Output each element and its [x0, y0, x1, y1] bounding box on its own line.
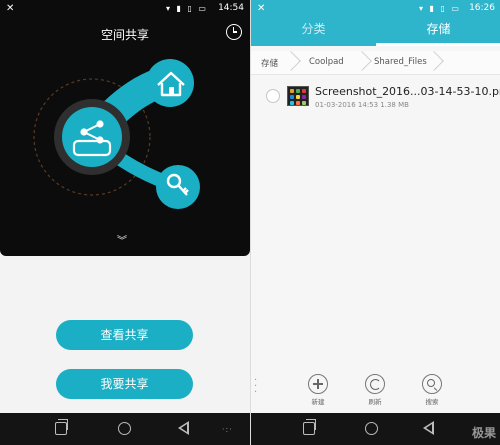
right-phone-screen: ✕ ▾ ▮ ▯ ▭ 16:26 分类 存储 存储 Coolpad Shared_…: [250, 0, 500, 445]
search-icon: [422, 374, 442, 394]
recent-apps-icon[interactable]: [303, 419, 316, 435]
recent-apps-icon[interactable]: [55, 419, 68, 435]
search-button[interactable]: 搜索: [417, 374, 447, 406]
nav-bar-left: ·:·: [0, 413, 250, 445]
watermark-logo: 极果: [471, 426, 496, 440]
system-close-icon: ✕: [257, 3, 266, 14]
breadcrumb-separator: [355, 51, 365, 75]
status-time: 14:54: [218, 3, 244, 13]
share-button[interactable]: 我要共享: [56, 369, 193, 399]
tab-storage[interactable]: 存储: [376, 20, 500, 37]
status-icons: ▾ ▮ ▯ ▭: [165, 4, 208, 13]
refresh-button[interactable]: 刷新: [360, 374, 390, 406]
key-node[interactable]: [156, 165, 200, 209]
list-item[interactable]: Screenshot_2016...03-14-53-10.png 01-03-…: [251, 80, 500, 116]
left-phone-screen: ✕ ▾ ▮ ▯ ▭ 14:54 空间共享 ︾ 查看共享 我要共享 ·:·: [0, 0, 250, 445]
status-bar-left: ✕ ▾ ▮ ▯ ▭ 14:54: [0, 0, 250, 18]
nav-bar-right: 极果: [251, 413, 500, 445]
breadcrumb-storage[interactable]: 存储: [261, 57, 278, 69]
file-thumbnail: [287, 86, 309, 106]
breadcrumb-separator: [284, 51, 294, 75]
file-checkbox[interactable]: [266, 89, 280, 103]
bottom-action-bar: 新建 刷新 搜索: [251, 370, 500, 413]
refresh-icon: [365, 374, 385, 394]
back-icon[interactable]: [423, 421, 434, 435]
history-clock-icon[interactable]: [226, 24, 242, 40]
page-title: 空间共享: [100, 28, 149, 42]
tab-indicator: [376, 43, 500, 46]
home-nav-icon[interactable]: [118, 422, 131, 435]
view-shares-button[interactable]: 查看共享: [56, 320, 193, 350]
home-node[interactable]: [146, 59, 194, 107]
new-button-label: 新建: [311, 398, 325, 406]
status-bar-right: ✕ ▾ ▮ ▯ ▭ 16:26: [251, 0, 500, 18]
new-button[interactable]: 新建: [303, 374, 333, 406]
breadcrumb-coolpad[interactable]: Coolpad: [309, 57, 344, 67]
status-time: 16:26: [469, 3, 495, 13]
expand-chevron-icon[interactable]: ︾: [117, 232, 127, 247]
back-icon[interactable]: [178, 421, 189, 435]
nav-menu-dots-icon[interactable]: ·:·: [222, 425, 233, 434]
home-nav-icon[interactable]: [365, 422, 378, 435]
file-name: Screenshot_2016...03-14-53-10.png: [315, 85, 500, 98]
file-meta: 01-03-2016 14:53 1.38 MB: [315, 101, 409, 109]
file-manager-header: ✕ ▾ ▮ ▯ ▭ 16:26 分类 存储: [251, 0, 500, 46]
plus-icon: [308, 374, 328, 394]
breadcrumb: 存储 Coolpad Shared_Files: [251, 51, 500, 75]
system-close-icon: ✕: [6, 3, 15, 14]
refresh-button-label: 刷新: [368, 398, 382, 406]
breadcrumb-separator: [427, 51, 437, 75]
breadcrumb-shared-files[interactable]: Shared_Files: [374, 57, 427, 67]
screens: ✕ ▾ ▮ ▯ ▭ 14:54 空间共享 ︾ 查看共享 我要共享 ·:· ✕ ▾…: [0, 0, 500, 445]
share-graph: [33, 59, 200, 209]
status-icons: ▾ ▮ ▯ ▭: [418, 4, 461, 13]
tab-category[interactable]: 分类: [251, 20, 376, 37]
search-button-label: 搜索: [425, 398, 439, 406]
